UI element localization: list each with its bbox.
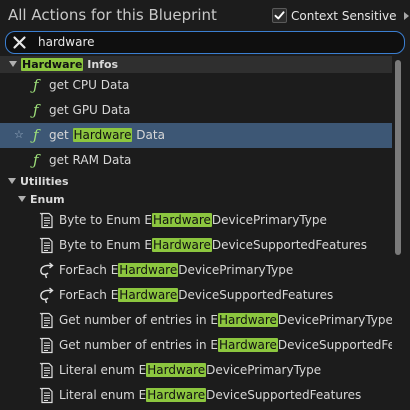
document-icon: [39, 212, 53, 229]
item-label: Byte to Enum EHardwareDeviceSupportedFea…: [59, 238, 367, 252]
list-item[interactable]: ƒ get CPU Data: [0, 73, 392, 98]
list-item[interactable]: Get number of entries in EHardwareDevice…: [0, 333, 392, 358]
action-list: Hardware Infos ƒ get CPU Data ƒ get GPU …: [0, 56, 392, 410]
list-item[interactable]: Get number of entries in EHardwareDevice…: [0, 308, 392, 333]
list-item[interactable]: Byte to Enum EHardwareDevicePrimaryType: [0, 208, 392, 233]
item-label: ForEach EHardwareDeviceSupportedFeatures: [59, 288, 334, 302]
function-icon: ƒ: [33, 76, 39, 94]
item-label: Literal enum EHardwareDeviceSupportedFea…: [59, 388, 362, 402]
search-input[interactable]: hardware: [38, 35, 95, 49]
document-icon: [39, 237, 53, 254]
function-icon: ƒ: [33, 101, 39, 119]
context-sensitive-label: Context Sensitive: [291, 8, 397, 23]
list-item[interactable]: ForEach EHardwareDevicePrimaryType: [0, 258, 392, 283]
context-sensitive-checkbox[interactable]: [272, 8, 287, 23]
loop-icon: [40, 262, 54, 279]
chevron-right-icon[interactable]: [403, 11, 409, 20]
item-label: get RAM Data: [49, 153, 132, 167]
category-label: Enum: [30, 193, 65, 206]
clear-search-icon[interactable]: [12, 35, 27, 50]
item-label: get Hardware Data: [49, 128, 165, 142]
header: All Actions for this Blueprint Context S…: [0, 0, 410, 32]
list-item-selected[interactable]: ☆ ƒ get Hardware Data: [0, 123, 392, 148]
scrollbar[interactable]: [394, 56, 402, 410]
list-item[interactable]: Byte to Enum EHardwareDeviceSupportedFea…: [0, 233, 392, 258]
function-icon: ƒ: [33, 151, 39, 169]
star-icon[interactable]: ☆: [14, 128, 24, 141]
list-item[interactable]: Literal enum EHardwareDeviceSupportedFea…: [0, 383, 392, 408]
list-item[interactable]: ƒ get GPU Data: [0, 98, 392, 123]
item-label: get CPU Data: [49, 78, 130, 92]
expand-arrow-icon[interactable]: [9, 61, 17, 67]
category-label: Utilities: [20, 175, 69, 188]
expand-arrow-icon[interactable]: [18, 196, 26, 202]
list-item[interactable]: ForEach EHardwareDeviceSupportedFeatures: [0, 283, 392, 308]
item-label: Get number of entries in EHardwareDevice…: [59, 313, 392, 327]
category-utilities[interactable]: Utilities: [0, 173, 392, 190]
category-hardware-infos[interactable]: Hardware Infos: [0, 56, 392, 73]
item-label: Literal enum EHardwareDevicePrimaryType: [59, 363, 322, 377]
function-icon: ƒ: [33, 126, 39, 144]
document-icon: [39, 312, 53, 329]
loop-icon: [40, 287, 54, 304]
expand-arrow-icon[interactable]: [8, 178, 16, 184]
category-label: Hardware Infos: [21, 58, 119, 71]
item-label: get GPU Data: [49, 103, 131, 117]
list-item[interactable]: ƒ get RAM Data: [0, 148, 392, 173]
document-icon: [39, 337, 53, 354]
item-label: Byte to Enum EHardwareDevicePrimaryType: [59, 213, 327, 227]
item-label: ForEach EHardwareDevicePrimaryType: [59, 263, 294, 277]
item-label: Get number of entries in EHardwareDevice…: [59, 338, 392, 352]
scrollbar-thumb[interactable]: [395, 60, 401, 255]
document-icon: [39, 387, 53, 404]
list-item[interactable]: Literal enum EHardwareDevicePrimaryType: [0, 358, 392, 383]
window-title: All Actions for this Blueprint: [8, 6, 217, 24]
context-sensitive-toggle[interactable]: Context Sensitive: [272, 8, 409, 23]
search-box[interactable]: hardware: [5, 31, 405, 54]
category-enum[interactable]: Enum: [0, 191, 392, 208]
checkmark-icon: [274, 11, 285, 20]
document-icon: [39, 362, 53, 379]
